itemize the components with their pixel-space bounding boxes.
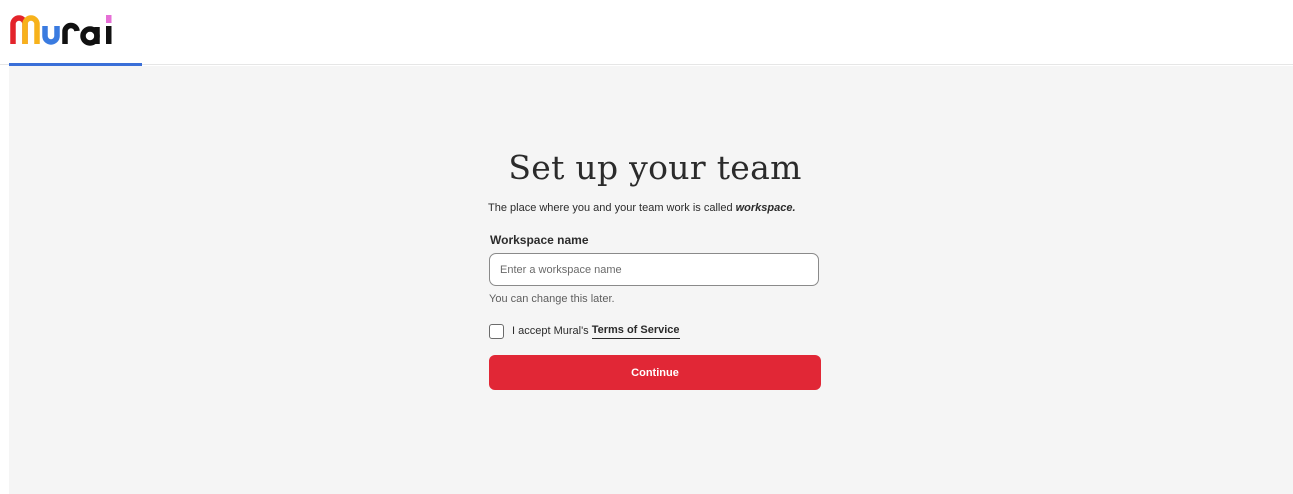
- terms-of-service-link[interactable]: Terms of Service: [591, 324, 680, 339]
- helper-text: You can change this later.: [489, 293, 615, 305]
- workspace-name-input[interactable]: [489, 253, 819, 286]
- terms-row: I accept Mural's Terms of Service: [489, 322, 680, 340]
- terms-checkbox[interactable]: [489, 323, 504, 339]
- top-bar: [0, 0, 1293, 66]
- subtitle-text: The place where you and your team work i…: [488, 202, 736, 214]
- workspace-name-label: Workspace name: [490, 233, 589, 247]
- terms-label: I accept Mural's: [512, 325, 589, 337]
- page-title: Set up your team: [508, 148, 802, 187]
- subtitle: The place where you and your team work i…: [488, 202, 848, 214]
- main-content: Set up your team The place where you and…: [9, 66, 1293, 494]
- subtitle-emphasis: workspace.: [735, 202, 796, 214]
- mural-logo-icon[interactable]: [9, 12, 129, 46]
- continue-button[interactable]: Continue: [489, 355, 821, 390]
